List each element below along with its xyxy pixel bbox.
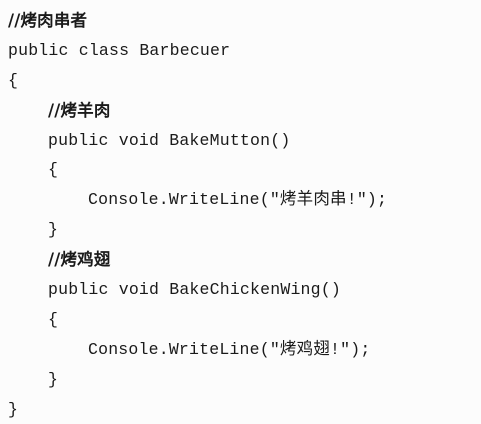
open-brace-line: { <box>48 309 59 329</box>
comment-line: //烤羊肉 <box>48 100 111 120</box>
close-brace-line: } <box>48 220 59 240</box>
code-block: //烤肉串者 public class Barbecuer { //烤羊肉 pu… <box>8 6 387 424</box>
open-brace-line: { <box>8 70 19 90</box>
statement-line: Console.WriteLine("烤羊肉串!"); <box>88 190 388 210</box>
close-brace-line: } <box>48 369 59 389</box>
class-declaration-line: public class Barbecuer <box>8 40 231 60</box>
comment-line: //烤肉串者 <box>8 11 88 30</box>
close-brace-line: } <box>8 399 19 419</box>
code-listing-page: //烤肉串者 public class Barbecuer { //烤羊肉 pu… <box>0 0 481 424</box>
method-declaration-line: public void BakeChickenWing() <box>48 280 341 300</box>
method-declaration-line: public void BakeMutton() <box>48 130 291 150</box>
open-brace-line: { <box>48 160 59 180</box>
statement-line: Console.WriteLine("烤鸡翅!"); <box>88 339 371 359</box>
comment-line: //烤鸡翅 <box>48 250 111 270</box>
